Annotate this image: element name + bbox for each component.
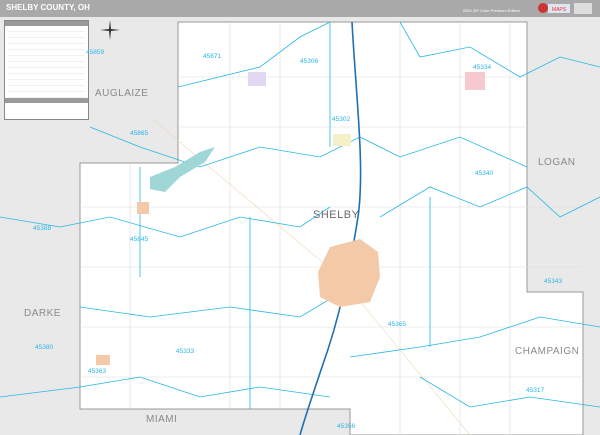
zip-label: 45865 (130, 130, 149, 137)
zip-label: 45343 (544, 278, 563, 285)
zip-label: 45334 (473, 64, 492, 71)
legend-box (4, 20, 89, 120)
map-title: SHELBY COUNTY, OH (6, 3, 90, 12)
jackson-center-area (465, 72, 485, 90)
zip-label: 45306 (300, 58, 319, 65)
compass-icon (100, 20, 120, 40)
zip-label: 45302 (332, 116, 351, 123)
zip-label: 45356 (337, 423, 356, 430)
fort-loramie-area (137, 202, 149, 214)
zip-label: 45333 (176, 348, 195, 355)
publisher-logo: MAPS (538, 3, 592, 14)
edition-label: 2026 ZIP Code Premium Edition (462, 8, 520, 13)
county-label-champaign: CHAMPAIGN (515, 346, 580, 357)
county-label-darke: DARKE (24, 308, 61, 319)
zip-label: 45363 (88, 368, 107, 375)
botkins-area (333, 134, 351, 146)
title-bar: SHELBY COUNTY, OH 2026 ZIP Code Premium … (0, 0, 600, 17)
county-label-shelby: SHELBY (313, 209, 360, 221)
county-label-miami: MIAMI (146, 414, 178, 425)
zip-label: 45388 (33, 225, 52, 232)
zip-label: 45340 (475, 170, 494, 177)
zip-label: 45365 (388, 321, 407, 328)
zip-label: 45317 (526, 387, 545, 394)
zip-label: 45871 (203, 53, 222, 60)
zip-label: 45845 (130, 236, 149, 243)
zip-index-header (5, 98, 88, 103)
county-label-logan: LOGAN (538, 157, 576, 168)
zip-label: 45380 (35, 344, 54, 351)
russia-area (96, 355, 110, 365)
county-label-auglaize: AUGLAIZE (95, 88, 149, 99)
anna-area (248, 72, 266, 86)
svg-text:MAPS: MAPS (552, 7, 567, 13)
zip-label: 45859 (86, 49, 105, 56)
